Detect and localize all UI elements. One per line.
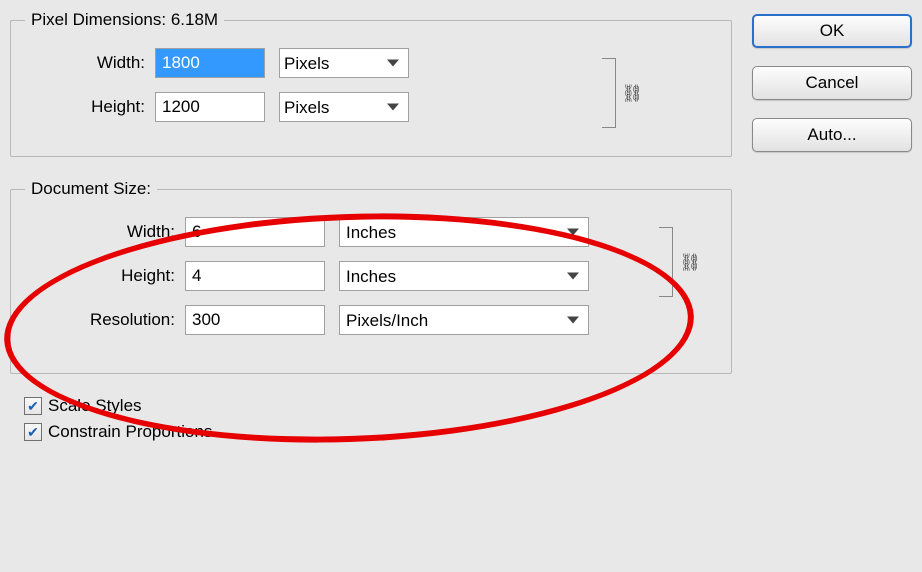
auto-button[interactable]: Auto...	[752, 118, 912, 152]
pixel-dimensions-legend: Pixel Dimensions: 6.18M	[25, 10, 224, 30]
constrain-proportions-checkbox[interactable]: ✔ Constrain Proportions	[24, 422, 732, 442]
doc-resolution-label: Resolution:	[25, 310, 185, 330]
px-height-label: Height:	[25, 97, 155, 117]
px-height-unit-select[interactable]: Pixels	[279, 92, 409, 122]
px-width-unit-select[interactable]: Pixels	[279, 48, 409, 78]
pixel-dimensions-group: Pixel Dimensions: 6.18M Width: Pixels He…	[10, 10, 732, 157]
px-width-label: Width:	[25, 53, 155, 73]
doc-height-input[interactable]	[185, 261, 325, 291]
ok-button[interactable]: OK	[752, 14, 912, 48]
doc-width-unit-select[interactable]: Inches	[339, 217, 589, 247]
doc-width-label: Width:	[25, 222, 185, 242]
scale-styles-checkbox[interactable]: ✔ Scale Styles	[24, 396, 732, 416]
doc-width-input[interactable]	[185, 217, 325, 247]
doc-height-label: Height:	[25, 266, 185, 286]
link-icon[interactable]: ⛓	[621, 84, 643, 104]
doc-resolution-unit-select[interactable]: Pixels/Inch	[339, 305, 589, 335]
px-width-input[interactable]	[155, 48, 265, 78]
document-size-legend: Document Size:	[25, 179, 157, 199]
check-icon: ✔	[24, 397, 42, 415]
link-icon[interactable]: ⛓	[679, 253, 701, 273]
link-bracket	[659, 227, 673, 297]
doc-height-unit-select[interactable]: Inches	[339, 261, 589, 291]
scale-styles-label: Scale Styles	[48, 396, 142, 416]
link-bracket	[602, 58, 616, 128]
cancel-button[interactable]: Cancel	[752, 66, 912, 100]
doc-resolution-input[interactable]	[185, 305, 325, 335]
constrain-proportions-label: Constrain Proportions	[48, 422, 212, 442]
px-height-input[interactable]	[155, 92, 265, 122]
check-icon: ✔	[24, 423, 42, 441]
document-size-group: Document Size: Width: Inches Height: Inc…	[10, 179, 732, 374]
